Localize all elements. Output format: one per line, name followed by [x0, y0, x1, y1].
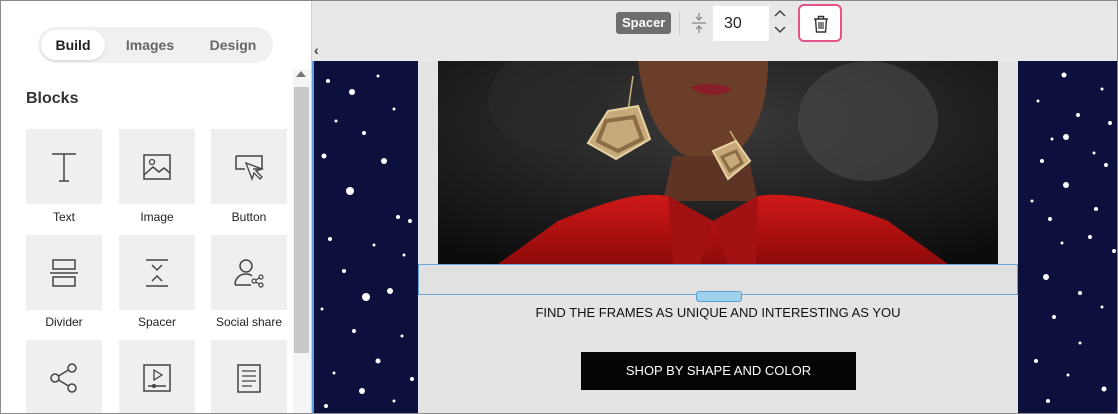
panel-tabs: Build Images Design — [38, 27, 273, 63]
block-text[interactable] — [26, 129, 102, 204]
button-icon — [235, 155, 264, 181]
spacer-icon — [146, 259, 168, 287]
block-type-badge: Spacer — [616, 12, 672, 34]
block-social-share[interactable] — [211, 235, 287, 310]
image-icon — [143, 154, 171, 180]
left-panel: Build Images Design Blocks Text Image Bu… — [1, 1, 311, 413]
block-spacer-label: Spacer — [137, 315, 177, 329]
trash-icon — [814, 15, 828, 33]
height-icon — [692, 13, 706, 33]
chevron-down-icon[interactable] — [773, 24, 787, 36]
snow-pattern — [320, 74, 414, 408]
left-decor-panel — [314, 61, 418, 413]
block-video[interactable] — [119, 340, 195, 413]
spacer-height-input[interactable] — [713, 6, 769, 41]
tab-design[interactable]: Design — [198, 30, 268, 60]
block-image[interactable] — [119, 129, 195, 204]
email-headline[interactable]: FIND THE FRAMES AS UNIQUE AND INTERESTIN… — [418, 305, 1018, 320]
spacer-resize-handle[interactable] — [696, 291, 742, 302]
email-canvas: FIND THE FRAMES AS UNIQUE AND INTERESTIN… — [312, 61, 1117, 413]
text-icon — [52, 153, 76, 182]
block-divider[interactable] — [26, 235, 102, 310]
app-frame: Build Images Design Blocks Text Image Bu… — [0, 0, 1118, 414]
delete-block-button[interactable] — [798, 4, 842, 42]
shop-button[interactable]: SHOP BY SHAPE AND COLOR — [581, 352, 856, 390]
share-icon — [50, 363, 77, 393]
block-spacer[interactable] — [119, 235, 195, 310]
block-share[interactable] — [26, 340, 102, 413]
block-text-label: Text — [52, 210, 75, 224]
tab-images[interactable]: Images — [114, 30, 186, 60]
snow-pattern — [1030, 72, 1116, 403]
social-share-icon — [234, 259, 264, 288]
block-image-label: Image — [140, 210, 174, 224]
blocks-heading: Blocks — [26, 90, 79, 107]
block-document[interactable] — [211, 340, 287, 413]
block-social-share-label: Social share — [215, 315, 283, 329]
chevron-up-icon[interactable] — [773, 7, 787, 19]
divider-icon — [50, 259, 78, 287]
scrollbar-thumb[interactable] — [294, 87, 309, 353]
hero-image[interactable] — [438, 61, 998, 264]
video-icon — [143, 364, 171, 392]
block-button-label: Button — [231, 210, 267, 224]
toolbar-divider — [679, 11, 680, 35]
collapse-panel-icon[interactable]: ‹ — [314, 42, 319, 58]
block-divider-label: Divider — [45, 315, 83, 329]
woman-earrings-photo — [438, 61, 998, 264]
right-decor-panel — [1018, 61, 1117, 413]
scroll-up-arrow[interactable] — [296, 71, 306, 77]
tab-build[interactable]: Build — [41, 30, 105, 60]
document-icon — [237, 364, 261, 393]
block-button[interactable] — [211, 129, 287, 204]
